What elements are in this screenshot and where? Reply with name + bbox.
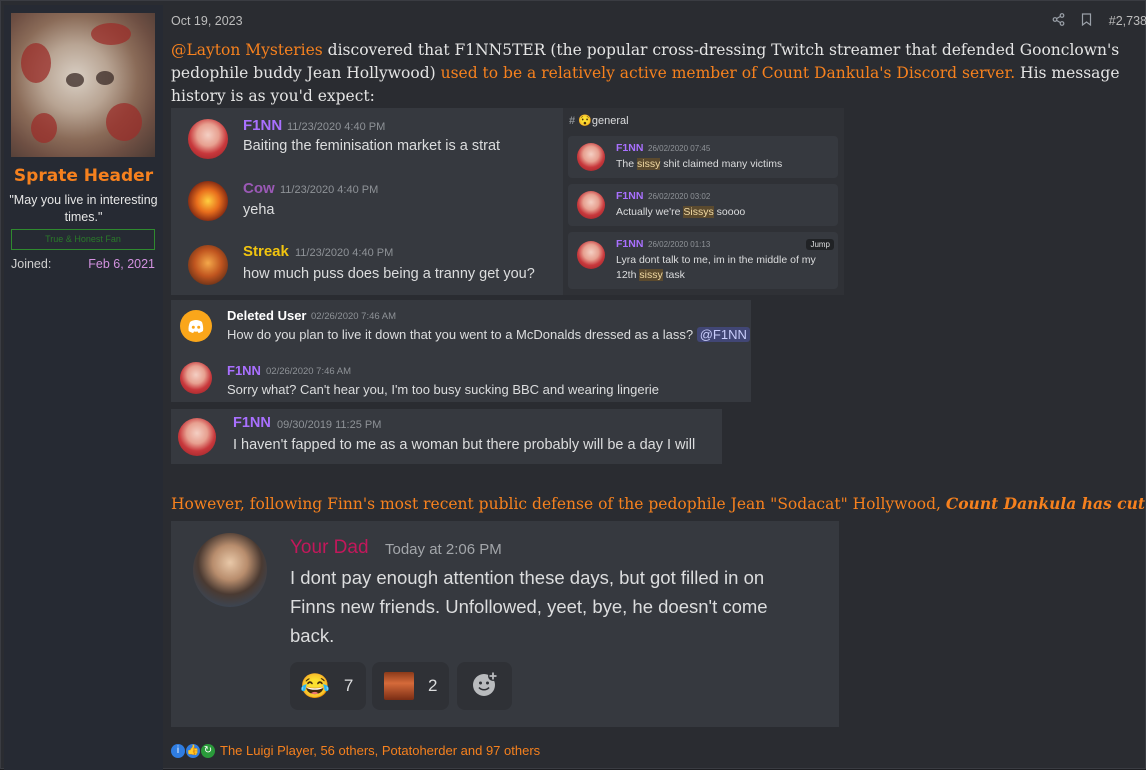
message-line-2: Finns new friends. Unfollowed, yeet, bye… bbox=[290, 596, 768, 617]
discord-message: Deleted User 02/26/2020 7:46 AM How do y… bbox=[171, 300, 751, 350]
message-author: Your Dad bbox=[290, 537, 369, 558]
joined-label: Joined: bbox=[11, 257, 52, 271]
message-timestamp: 09/30/2019 11:25 PM bbox=[277, 419, 382, 431]
message-author: Cow bbox=[243, 180, 275, 197]
discord-logo-icon bbox=[180, 310, 212, 342]
message-timestamp: 11/23/2020 4:40 PM bbox=[287, 121, 386, 133]
informative-icon: i bbox=[171, 743, 185, 758]
jump-button[interactable]: Jump bbox=[806, 239, 834, 250]
channel-name: general bbox=[591, 115, 629, 127]
discord-message: Cow 11/23/2020 4:40 PM yeha bbox=[171, 170, 563, 232]
discord-message: F1NN 02/26/2020 7:46 AM Sorry what? Can'… bbox=[171, 350, 751, 402]
reactions-text[interactable]: The Luigi Player, 56 others, Potatoherde… bbox=[220, 743, 540, 758]
reaction-count: 7 bbox=[343, 676, 354, 695]
avatar bbox=[577, 191, 605, 219]
share-icon[interactable] bbox=[1045, 13, 1073, 29]
forum-post: Sprate Header "May you live in interesti… bbox=[0, 0, 1146, 770]
avatar bbox=[577, 143, 605, 171]
add-reaction-icon bbox=[471, 670, 499, 703]
avatar bbox=[577, 241, 605, 269]
message-text: Lyra dont talk to me, im in the middle o… bbox=[616, 254, 816, 266]
avatar bbox=[188, 181, 228, 221]
message-text: yeha bbox=[243, 202, 275, 218]
post-tools: #2,738 bbox=[1045, 13, 1146, 29]
discord-screenshot-2: # 😯general F1NN 26/02/2020 07:45 The sis… bbox=[563, 108, 844, 295]
search-result[interactable]: F1NN 26/02/2020 03:02 Actually we're Sis… bbox=[568, 184, 838, 226]
add-reaction-button[interactable] bbox=[457, 662, 512, 710]
message-text: I haven't fapped to me as a woman but th… bbox=[233, 437, 696, 453]
avatar bbox=[188, 119, 228, 159]
message-author: F1NN bbox=[616, 142, 644, 154]
message-timestamp: 26/02/2020 03:02 bbox=[648, 192, 711, 201]
dankula-discord-link[interactable]: used to be a relatively active member of… bbox=[441, 64, 1016, 82]
message-author: F1NN bbox=[243, 117, 283, 134]
cut-ties-bold: Count Dankula has cut ties bbox=[945, 494, 1146, 513]
like-icon: 👍 bbox=[186, 743, 200, 758]
message-author: F1NN bbox=[616, 190, 644, 202]
discord-message: Streak 11/23/2020 4:40 PM how much puss … bbox=[171, 232, 563, 295]
message-author: Deleted User bbox=[227, 308, 307, 323]
message-timestamp: 26/02/2020 07:45 bbox=[648, 144, 711, 153]
avatar bbox=[178, 418, 216, 456]
message-text-line2: 12th sissy task bbox=[616, 269, 685, 281]
username[interactable]: Sprate Header bbox=[4, 166, 163, 186]
cut-ties-text: However, following Finn's most recent pu… bbox=[171, 494, 1146, 513]
message-text: Sorry what? Can't hear you, I'm too busy… bbox=[227, 382, 660, 397]
search-result[interactable]: F1NN 26/02/2020 01:13 Jump Lyra dont tal… bbox=[568, 232, 838, 289]
search-result[interactable]: F1NN 26/02/2020 07:45 The sissy shit cla… bbox=[568, 136, 838, 178]
message-timestamp: 11/23/2020 4:40 PM bbox=[295, 247, 394, 259]
message-text: The sissy shit claimed many victims bbox=[616, 158, 783, 170]
post-content: Oct 19, 2023 #2,738 @Layton Mysteries di… bbox=[163, 5, 1146, 770]
reactions-bar[interactable]: i 👍 ↻ The Luigi Player, 56 others, Potat… bbox=[171, 743, 540, 758]
custom-emoji-icon bbox=[384, 672, 414, 700]
user-mention[interactable]: @F1NN bbox=[696, 327, 750, 342]
discord-screenshot-1: F1NN 11/23/2020 4:40 PM Baiting the femi… bbox=[171, 108, 563, 295]
message-timestamp: 02/26/2020 7:46 AM bbox=[311, 311, 397, 322]
reaction-laugh[interactable]: 😂 7 bbox=[290, 662, 366, 710]
message-timestamp: 02/26/2020 7:46 AM bbox=[266, 366, 352, 377]
user-avatar[interactable] bbox=[11, 13, 155, 157]
message-author: F1NN bbox=[227, 363, 261, 378]
message-author: F1NN bbox=[233, 415, 271, 431]
discord-screenshot-3: Deleted User 02/26/2020 7:46 AM How do y… bbox=[171, 300, 751, 402]
message-text: Actually we're Sissys soooo bbox=[616, 206, 746, 218]
post-number[interactable]: #2,738 bbox=[1101, 14, 1146, 28]
hash-icon: # bbox=[569, 115, 576, 127]
discord-message: F1NN 11/23/2020 4:40 PM Baiting the femi… bbox=[171, 108, 563, 170]
message-timestamp: 11/23/2020 4:40 PM bbox=[280, 184, 379, 196]
bookmark-icon[interactable] bbox=[1073, 13, 1101, 29]
avatar bbox=[180, 362, 212, 394]
joined-date: Feb 6, 2021 bbox=[88, 257, 155, 271]
reaction-count: 2 bbox=[428, 676, 438, 695]
message-line-3: back. bbox=[290, 625, 335, 646]
message-author: F1NN bbox=[616, 238, 644, 250]
message-timestamp: 26/02/2020 01:13 bbox=[648, 240, 711, 249]
reaction-custom[interactable]: 2 bbox=[372, 662, 449, 710]
discord-screenshot-4: F1NN 09/30/2019 11:25 PM I haven't fappe… bbox=[171, 409, 722, 464]
message-timestamp: Today at 2:06 PM bbox=[385, 541, 502, 558]
avatar bbox=[193, 533, 267, 607]
message-line-1: I dont pay enough attention these days, … bbox=[290, 567, 765, 588]
message-author: Streak bbox=[243, 243, 289, 260]
channel-header: # 😯general bbox=[569, 114, 629, 130]
user-banner: True & Honest Fan bbox=[11, 229, 155, 250]
emoji-icon: 😯 bbox=[578, 115, 592, 127]
laughing-emoji-icon: 😂 bbox=[300, 672, 330, 700]
user-mention[interactable]: @Layton Mysteries bbox=[171, 41, 323, 59]
winner-icon: ↻ bbox=[201, 743, 215, 758]
message-text: Baiting the feminisation market is a str… bbox=[243, 138, 501, 154]
message-text: How do you plan to live it down that you… bbox=[227, 327, 750, 342]
post-body: @Layton Mysteries discovered that F1NN5T… bbox=[171, 39, 1141, 108]
message-text: how much puss does being a tranny get yo… bbox=[243, 266, 535, 282]
user-title: "May you live in interesting times." bbox=[9, 193, 158, 224]
avatar bbox=[188, 245, 228, 285]
post-date[interactable]: Oct 19, 2023 bbox=[171, 14, 243, 28]
user-sidebar: Sprate Header "May you live in interesti… bbox=[4, 5, 163, 770]
